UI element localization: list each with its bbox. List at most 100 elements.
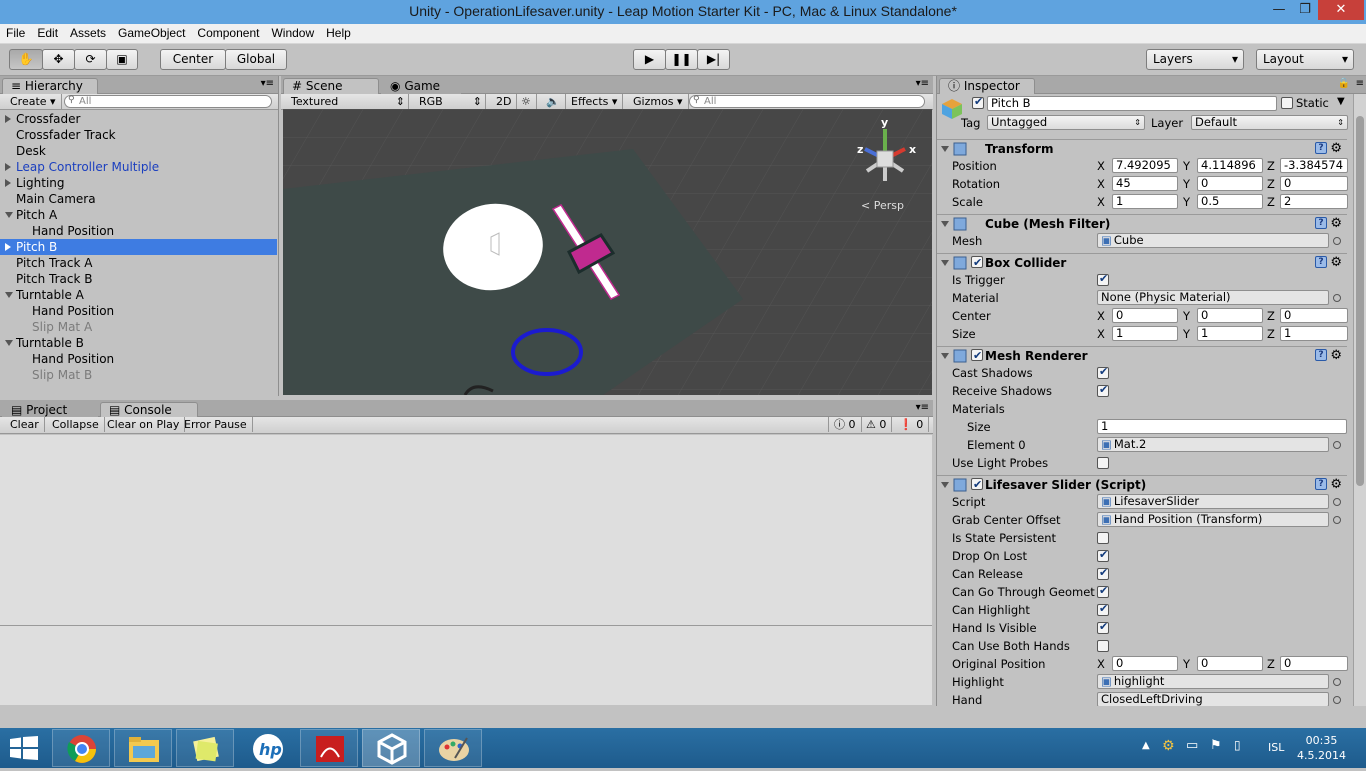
collapse-arrow-icon[interactable] (941, 482, 949, 488)
vector-z-field[interactable]: 2 (1280, 194, 1348, 209)
play-button[interactable]: ▶ (633, 49, 666, 70)
hierarchy-search-input[interactable]: All (64, 95, 272, 108)
gear-icon[interactable]: ⚙ (1330, 347, 1342, 365)
hierarchy-item[interactable]: Hand Position (0, 223, 277, 239)
effects-dropdown[interactable]: Effects ▾ (566, 94, 624, 109)
hierarchy-item[interactable]: Crossfader Track (0, 127, 277, 143)
expand-arrow-icon[interactable] (5, 179, 11, 187)
hierarchy-item[interactable]: Slip Mat A (0, 319, 277, 335)
mesh-field[interactable]: ▣ Cube (1097, 233, 1329, 248)
vector-x-field[interactable]: 0 (1112, 656, 1178, 671)
inspector-scrollbar[interactable] (1353, 94, 1366, 706)
rotate-tool-button[interactable]: ⟳ (74, 49, 107, 70)
vector-y-field[interactable]: 0 (1197, 308, 1263, 323)
script-bool-checkbox[interactable] (1097, 584, 1109, 598)
vector-y-field[interactable]: 0 (1197, 176, 1263, 191)
gear-icon[interactable]: ⚙ (1330, 215, 1342, 233)
close-button[interactable]: ✕ (1318, 0, 1364, 20)
taskbar-sticky-notes[interactable] (176, 729, 234, 767)
menu-component[interactable]: Component (191, 24, 265, 42)
component-header[interactable]: Mesh Renderer?⚙ (937, 346, 1347, 365)
tab-scene[interactable]: # Scene (283, 78, 379, 94)
action-center-icon[interactable]: ⚑ (1210, 738, 1222, 753)
vector-y-field[interactable]: 0.5 (1197, 194, 1263, 209)
console-log-area[interactable] (0, 435, 932, 705)
language-indicator[interactable]: ISL (1268, 741, 1284, 754)
vector-z-field[interactable]: 0 (1280, 656, 1348, 671)
gizmos-dropdown[interactable]: Gizmos ▾ (628, 94, 689, 109)
vector-z-field[interactable]: 0 (1280, 176, 1348, 191)
pause-button[interactable]: ❚❚ (665, 49, 698, 70)
taskbar-explorer[interactable] (114, 729, 172, 767)
error-filter-toggle[interactable]: ❗ 0 (894, 417, 930, 432)
clear-on-play-button[interactable]: Clear on Play (102, 417, 186, 432)
expand-arrow-icon[interactable] (5, 340, 13, 346)
materials-size-field[interactable]: 1 (1097, 419, 1347, 434)
component-enabled-checkbox[interactable] (971, 254, 983, 272)
expand-arrow-icon[interactable] (5, 243, 11, 251)
highlight-field[interactable]: ▣ highlight (1097, 674, 1329, 689)
script-bool-checkbox[interactable] (1097, 548, 1109, 562)
create-dropdown[interactable]: Create ▾ (5, 94, 62, 109)
menu-window[interactable]: Window (265, 24, 320, 42)
menu-gameobject[interactable]: GameObject (112, 24, 191, 42)
help-icon[interactable]: ? (1315, 349, 1327, 361)
component-header[interactable]: Box Collider?⚙ (937, 253, 1347, 272)
taskbar-hp[interactable]: hp (238, 729, 296, 767)
vector-x-field[interactable]: 45 (1112, 176, 1178, 191)
battery-icon[interactable]: ▭ (1186, 738, 1198, 753)
object-picker-icon[interactable] (1333, 678, 1341, 686)
component-enabled-checkbox[interactable] (971, 347, 983, 365)
taskbar-paint[interactable] (424, 729, 482, 767)
component-header[interactable]: Lifesaver Slider (Script)?⚙ (937, 475, 1347, 494)
help-icon[interactable]: ? (1315, 142, 1327, 154)
taskbar-chrome[interactable] (52, 729, 110, 767)
draw-mode-dropdown[interactable]: Textured ⇕ (286, 94, 409, 109)
is-trigger-checkbox[interactable] (1097, 272, 1109, 286)
lighting-toggle[interactable]: ☼ (516, 94, 537, 109)
step-button[interactable]: ▶| (697, 49, 730, 70)
tab-hierarchy[interactable]: ≡ Hierarchy (2, 78, 98, 94)
tab-inspector[interactable]: ⓘ Inspector (939, 78, 1035, 94)
lock-icon[interactable]: 🔒 (1338, 78, 1350, 89)
expand-arrow-icon[interactable] (5, 115, 11, 123)
active-checkbox[interactable] (972, 95, 984, 109)
menu-help[interactable]: Help (320, 24, 357, 42)
hierarchy-item[interactable]: Main Camera (0, 191, 277, 207)
menu-assets[interactable]: Assets (64, 24, 112, 42)
warning-filter-toggle[interactable]: ⚠ 0 (861, 417, 893, 432)
help-icon[interactable]: ? (1315, 478, 1327, 490)
vector-y-field[interactable]: 4.114896 (1197, 158, 1263, 173)
receive-shadows-checkbox[interactable] (1097, 383, 1109, 397)
vector-x-field[interactable]: 1 (1112, 326, 1178, 341)
persp-label[interactable]: < Persp (861, 199, 904, 212)
tray-app-icon[interactable]: ⚙ (1162, 738, 1175, 754)
vector-z-field[interactable]: 0 (1280, 308, 1348, 323)
scale-tool-button[interactable]: ▣ (106, 49, 138, 70)
vector-y-field[interactable]: 0 (1197, 656, 1263, 671)
menu-edit[interactable]: Edit (31, 24, 64, 42)
layer-dropdown[interactable]: Default ⇕ (1191, 115, 1348, 130)
hierarchy-item[interactable]: Desk (0, 143, 277, 159)
script-bool-checkbox[interactable] (1097, 640, 1109, 652)
hand-tool-button[interactable]: ✋ (9, 49, 43, 70)
collapse-arrow-icon[interactable] (941, 146, 949, 152)
hierarchy-item[interactable]: Pitch B (0, 239, 277, 255)
audio-toggle[interactable]: 🔈 (541, 94, 566, 109)
collapse-arrow-icon[interactable] (941, 260, 949, 266)
hierarchy-item[interactable]: Hand Position (0, 351, 277, 367)
scrollbar-thumb[interactable] (1356, 116, 1364, 486)
static-checkbox[interactable] (1281, 97, 1293, 109)
maximize-button[interactable]: ❐ (1290, 0, 1320, 20)
collapse-arrow-icon[interactable] (941, 353, 949, 359)
hierarchy-item[interactable]: Turntable A (0, 287, 277, 303)
layout-dropdown[interactable]: Layout ▾ (1256, 49, 1354, 70)
vector-x-field[interactable]: 7.492095 (1112, 158, 1178, 173)
expand-arrow-icon[interactable] (5, 212, 13, 218)
panel-menu-icon[interactable]: ≡ (1356, 78, 1364, 89)
taskbar-clock[interactable]: 00:35 4.5.2014 (1297, 733, 1346, 763)
physic-material-field[interactable]: None (Physic Material) (1097, 290, 1329, 305)
object-picker-icon[interactable] (1333, 294, 1341, 302)
hierarchy-item[interactable]: Slip Mat B (0, 367, 277, 383)
error-pause-button[interactable]: Error Pause (179, 417, 253, 432)
